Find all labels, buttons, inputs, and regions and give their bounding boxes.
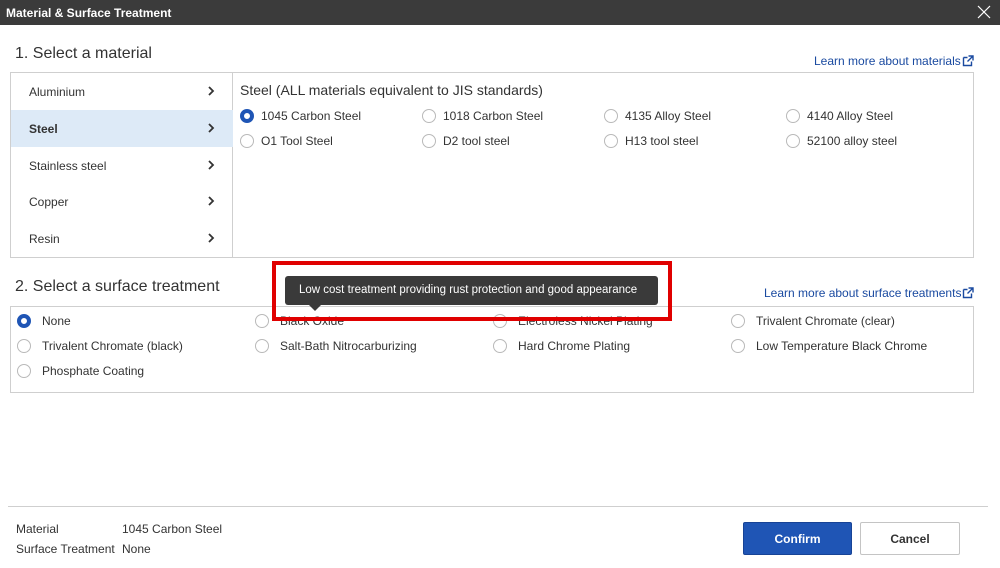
material-option-4135[interactable]: 4135 Alloy Steel [604, 109, 711, 123]
material-section-title: 1. Select a material [15, 45, 152, 62]
chevron-right-icon [208, 160, 215, 170]
category-stainless-steel[interactable]: Stainless steel [11, 147, 233, 184]
surface-option-low-temp-black-chrome[interactable]: Low Temperature Black Chrome [731, 339, 927, 353]
chevron-right-icon [208, 123, 215, 133]
external-link-icon [963, 287, 975, 299]
material-option-label: 4135 Alloy Steel [625, 109, 712, 123]
material-group-heading: Steel (ALL materials equivalent to JIS s… [240, 82, 543, 98]
dialog-titlebar: Material & Surface Treatment [0, 0, 1000, 25]
radio-icon [493, 339, 507, 353]
learn-more-materials-label: Learn more about materials [814, 54, 961, 68]
material-option-4140[interactable]: 4140 Alloy Steel [786, 109, 893, 123]
material-option-1018[interactable]: 1018 Carbon Steel [422, 109, 543, 123]
material-option-label: 1045 Carbon Steel [261, 109, 362, 123]
category-copper[interactable]: Copper [11, 183, 233, 220]
radio-icon [786, 134, 800, 148]
radio-checked-icon [240, 109, 254, 123]
material-panel: Aluminium Steel Stainless steel Copper R… [10, 72, 974, 258]
radio-icon [240, 134, 254, 148]
surface-section-title: 2. Select a surface treatment [15, 278, 220, 295]
radio-icon [604, 109, 618, 123]
material-option-label: O1 Tool Steel [261, 134, 333, 148]
surface-option-label: None [42, 314, 71, 328]
radio-icon [255, 314, 269, 328]
material-option-52100[interactable]: 52100 alloy steel [786, 134, 897, 148]
material-option-o1[interactable]: O1 Tool Steel [240, 134, 333, 148]
surface-treatment-panel: None Black Oxide Electroless Nickel Plat… [10, 306, 974, 393]
material-option-label: D2 tool steel [443, 134, 510, 148]
cancel-button[interactable]: Cancel [860, 522, 960, 555]
surface-option-label: Trivalent Chromate (black) [42, 339, 183, 353]
chevron-right-icon [208, 86, 215, 96]
radio-icon [255, 339, 269, 353]
surface-option-label: Trivalent Chromate (clear) [756, 314, 895, 328]
surface-option-label: Black Oxide [280, 314, 345, 328]
category-label: Aluminium [29, 85, 86, 99]
surface-option-trivalent-black[interactable]: Trivalent Chromate (black) [17, 339, 183, 353]
summary-surface-value: None [122, 542, 151, 556]
footer-divider [8, 506, 988, 507]
tooltip: Low cost treatment providing rust protec… [285, 276, 658, 311]
radio-icon [731, 339, 745, 353]
surface-option-trivalent-clear[interactable]: Trivalent Chromate (clear) [731, 314, 895, 328]
radio-icon [731, 314, 745, 328]
summary-surface-label: Surface Treatment [16, 542, 115, 556]
category-resin[interactable]: Resin [11, 220, 233, 257]
category-label: Copper [29, 195, 69, 209]
confirm-button[interactable]: Confirm [743, 522, 852, 555]
surface-option-label: Electroless Nickel Plating [518, 314, 653, 328]
tooltip-arrow [309, 305, 321, 311]
material-category-list: Aluminium Steel Stainless steel Copper R… [11, 73, 233, 257]
surface-option-label: Hard Chrome Plating [518, 339, 631, 353]
radio-icon [493, 314, 507, 328]
learn-more-surface-link[interactable]: Learn more about surface treatments [764, 286, 975, 300]
learn-more-surface-label: Learn more about surface treatments [764, 286, 962, 300]
radio-icon [786, 109, 800, 123]
surface-option-hard-chrome[interactable]: Hard Chrome Plating [493, 339, 630, 353]
surface-option-phosphate[interactable]: Phosphate Coating [17, 364, 144, 378]
category-aluminium[interactable]: Aluminium [11, 73, 233, 110]
material-option-1045[interactable]: 1045 Carbon Steel [240, 109, 361, 123]
learn-more-materials-link[interactable]: Learn more about materials [814, 54, 974, 68]
tooltip-text: Low cost treatment providing rust protec… [299, 284, 638, 296]
radio-checked-icon [17, 314, 31, 328]
chevron-right-icon [208, 233, 215, 243]
radio-icon [422, 134, 436, 148]
surface-option-none[interactable]: None [17, 314, 71, 328]
category-label: Steel [29, 122, 58, 136]
close-icon[interactable] [976, 4, 992, 20]
radio-icon [604, 134, 618, 148]
surface-option-black-oxide[interactable]: Black Oxide [255, 314, 344, 328]
category-label: Stainless steel [29, 159, 107, 173]
category-steel[interactable]: Steel [11, 110, 233, 147]
external-link-icon [962, 55, 974, 67]
surface-option-salt-bath[interactable]: Salt-Bath Nitrocarburizing [255, 339, 417, 353]
surface-option-electroless-nickel[interactable]: Electroless Nickel Plating [493, 314, 653, 328]
category-label: Resin [29, 232, 60, 246]
material-option-label: 1018 Carbon Steel [443, 109, 544, 123]
surface-option-label: Phosphate Coating [42, 364, 145, 378]
chevron-right-icon [208, 196, 215, 206]
summary-material-label: Material [16, 522, 59, 536]
material-option-label: 4140 Alloy Steel [807, 109, 894, 123]
material-option-label: 52100 alloy steel [807, 134, 898, 148]
material-option-d2[interactable]: D2 tool steel [422, 134, 510, 148]
radio-icon [17, 339, 31, 353]
radio-icon [422, 109, 436, 123]
radio-icon [17, 364, 31, 378]
dialog-title: Material & Surface Treatment [6, 6, 172, 20]
surface-option-label: Low Temperature Black Chrome [756, 339, 928, 353]
summary-material-value: 1045 Carbon Steel [122, 522, 223, 536]
material-option-label: H13 tool steel [625, 134, 699, 148]
surface-option-label: Salt-Bath Nitrocarburizing [280, 339, 417, 353]
material-option-h13[interactable]: H13 tool steel [604, 134, 698, 148]
